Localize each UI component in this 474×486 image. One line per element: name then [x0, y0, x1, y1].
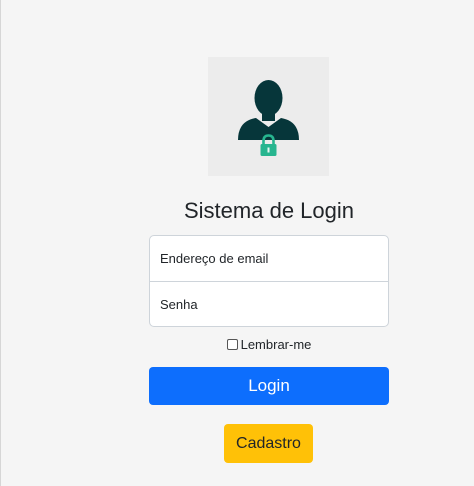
page-title: Sistema de Login [184, 198, 354, 223]
remember-checkbox[interactable] [226, 339, 238, 350]
window-edge [0, 0, 1, 486]
remember-me: Lembrar-me [149, 337, 389, 353]
email-field[interactable] [150, 236, 388, 281]
password-field[interactable] [150, 282, 388, 326]
login-page: Sistema de Login Lembrar-me Login Cadast… [0, 0, 474, 486]
register-button[interactable]: Cadastro [224, 424, 313, 463]
logo [208, 57, 329, 176]
login-form [149, 235, 389, 327]
remember-label: Lembrar-me [240, 337, 312, 352]
user-lock-icon [238, 80, 299, 156]
login-button[interactable]: Login [149, 367, 389, 405]
